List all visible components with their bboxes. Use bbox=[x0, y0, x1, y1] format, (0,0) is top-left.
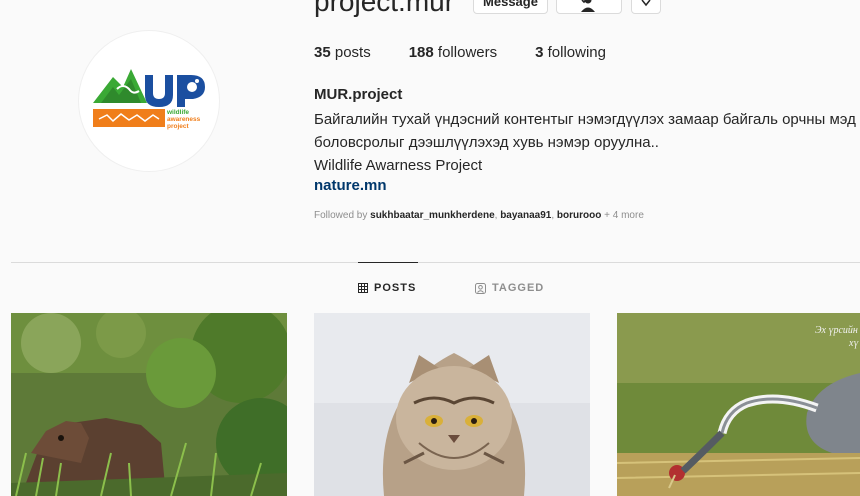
more-options-icon[interactable]: ··· bbox=[681, 0, 706, 12]
tabs-divider bbox=[11, 262, 860, 263]
profile-stats: 35 posts 188 followers 3 following bbox=[314, 44, 644, 61]
chevron-down-icon bbox=[641, 0, 651, 7]
post-image-wild-boar bbox=[11, 313, 287, 496]
follower-username[interactable]: sukhbaatar_munkherdene bbox=[370, 210, 495, 221]
post-thumbnail[interactable] bbox=[11, 313, 287, 496]
svg-text:wildlife: wildlife bbox=[166, 109, 189, 116]
post-image-crane: Эх үрсийн хү bbox=[617, 313, 860, 496]
tab-tagged[interactable]: TAGGED bbox=[475, 282, 544, 294]
followers-stat[interactable]: 188 followers bbox=[409, 44, 497, 61]
profile-bio: Байгалийн тухай үндэсний контентыг нэмэг… bbox=[314, 108, 860, 177]
post-thumbnail[interactable] bbox=[314, 313, 590, 496]
profile-website-link[interactable]: nature.mn bbox=[314, 177, 387, 194]
bio-line: Wildlife Awarness Project bbox=[314, 157, 483, 174]
posts-stat: 35 posts bbox=[314, 44, 371, 61]
profile-display-name: MUR.project bbox=[314, 86, 403, 103]
tab-posts-label: POSTS bbox=[374, 282, 417, 294]
svg-text:хү: хү bbox=[848, 338, 859, 349]
following-stat[interactable]: 3 following bbox=[535, 44, 606, 61]
grid-icon bbox=[358, 283, 368, 293]
follower-username[interactable]: borurooо bbox=[557, 210, 601, 221]
bio-line: боловсролыг дээшлүүлэхэд хувь нэмэр оруу… bbox=[314, 134, 659, 151]
avatar[interactable]: wildlife awareness project bbox=[78, 30, 220, 172]
followed-more[interactable]: + 4 more bbox=[604, 210, 644, 221]
svg-text:awareness: awareness bbox=[167, 116, 201, 123]
message-button[interactable]: Message bbox=[473, 0, 548, 14]
mur-logo: wildlife awareness project bbox=[93, 69, 205, 130]
profile-username: project.mur bbox=[314, 0, 455, 17]
person-check-icon bbox=[581, 0, 595, 12]
svg-text:project: project bbox=[167, 123, 190, 130]
post-thumbnail[interactable]: Эх үрсийн хү bbox=[617, 313, 860, 496]
tab-tagged-label: TAGGED bbox=[492, 282, 545, 294]
suggested-chevron-button[interactable] bbox=[631, 0, 661, 14]
svg-text:Эх үрсийн: Эх үрсийн bbox=[815, 325, 858, 336]
follower-username[interactable]: bayanaa91 bbox=[500, 210, 551, 221]
bio-line: Байгалийн тухай үндэсний контентыг нэмэг… bbox=[314, 111, 856, 128]
tab-posts[interactable]: POSTS bbox=[358, 282, 416, 294]
followed-by[interactable]: Followed by sukhbaatar_munkherdene, baya… bbox=[314, 210, 644, 221]
active-tab-indicator bbox=[358, 262, 418, 263]
following-button[interactable] bbox=[556, 0, 622, 14]
tag-icon bbox=[475, 282, 486, 294]
post-image-pallas-cat bbox=[314, 313, 590, 496]
